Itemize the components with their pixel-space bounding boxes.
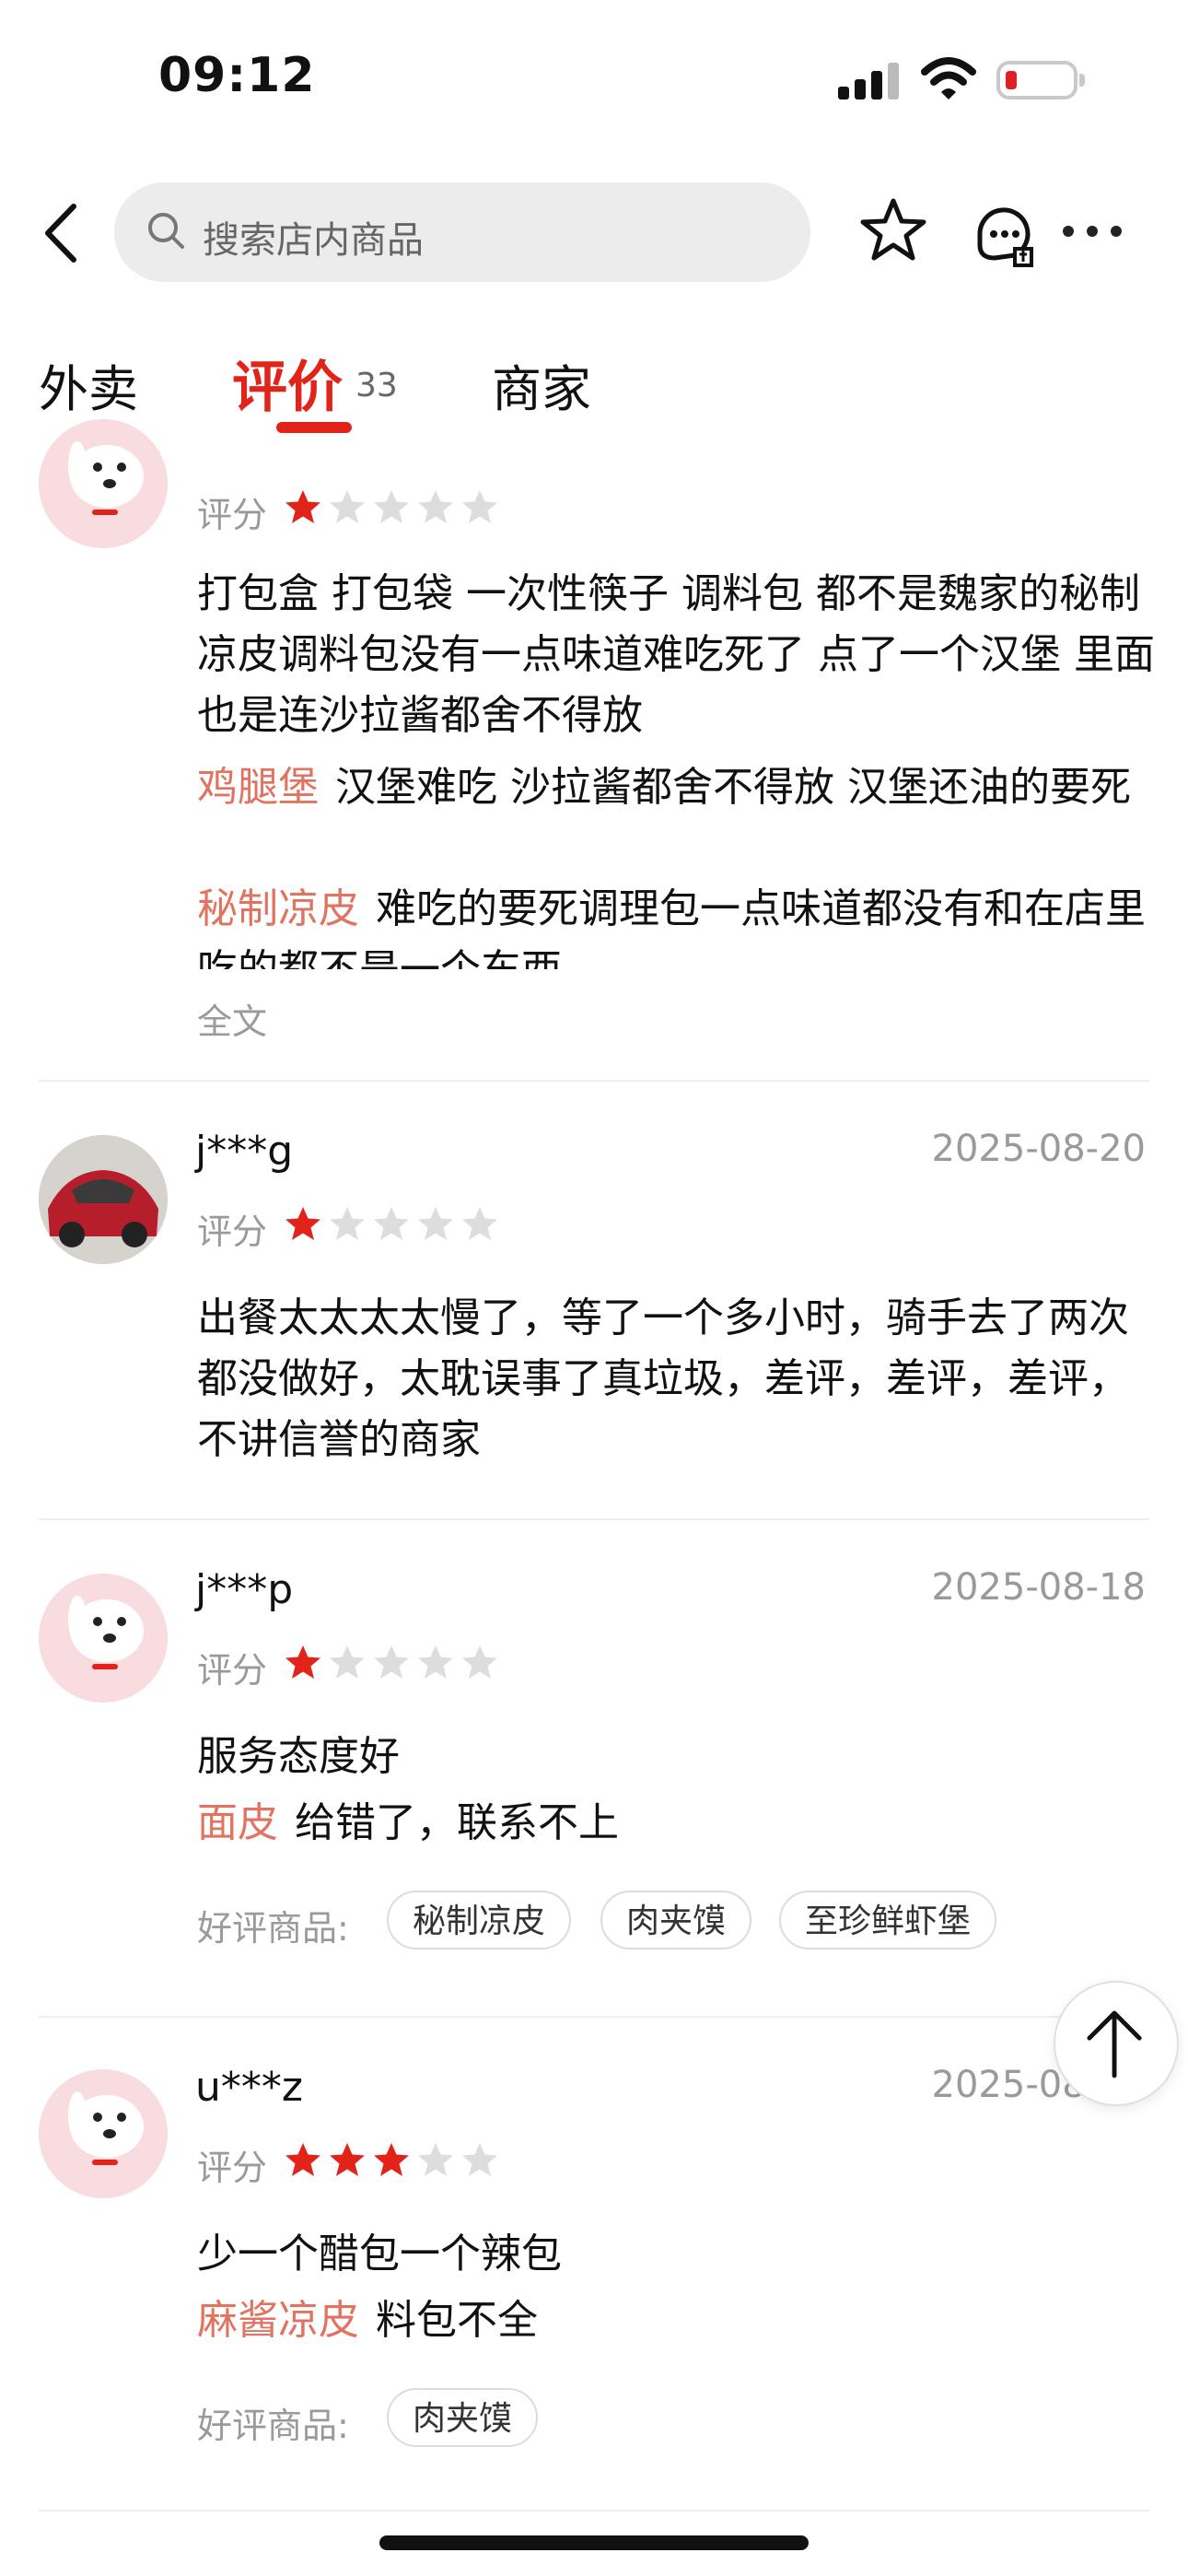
divider bbox=[39, 2016, 1149, 2018]
star-empty-icon bbox=[462, 1645, 497, 1679]
star-empty-icon bbox=[330, 1645, 365, 1679]
expand-fulltext-link[interactable]: 全文 bbox=[197, 993, 267, 1044]
star-filled-icon bbox=[285, 2143, 320, 2176]
divider bbox=[39, 2510, 1149, 2512]
rating-stars bbox=[284, 1644, 505, 1684]
dish-name: 麻酱凉皮 bbox=[197, 2297, 359, 2344]
review-date: 2025-08-20 bbox=[931, 1128, 1146, 1170]
good-items-label: 好评商品: bbox=[197, 2406, 349, 2446]
star-empty-icon bbox=[462, 490, 497, 523]
tab-review[interactable]: 评价 bbox=[232, 343, 343, 423]
star-empty-icon bbox=[330, 1207, 365, 1240]
divider bbox=[39, 1080, 1149, 1082]
dish-comment-text: 给错了，联系不上 bbox=[295, 1799, 619, 1846]
dish-comment: 麻酱凉皮 料包不全 bbox=[197, 2290, 1155, 2351]
review-text: 服务态度好 bbox=[197, 1733, 400, 1780]
dish-name: 秘制凉皮 bbox=[197, 885, 359, 932]
star-empty-icon bbox=[418, 2143, 453, 2176]
status-time: 09:12 bbox=[158, 48, 316, 103]
good-items-label: 好评商品: bbox=[197, 1908, 349, 1949]
home-indicator bbox=[379, 2535, 809, 2550]
rating-stars bbox=[284, 2141, 505, 2182]
star-empty-icon bbox=[374, 1207, 409, 1240]
search-icon bbox=[146, 210, 186, 251]
review-text: 打包盒 打包袋 一次性筷子 调料包 都不是魏家的秘制凉皮调料包没有一点味道难吃死… bbox=[197, 570, 1155, 739]
score-label: 评分 bbox=[197, 2148, 268, 2188]
avatar bbox=[39, 1135, 168, 1264]
star-filled-icon bbox=[330, 2143, 365, 2176]
username: u***z bbox=[195, 2064, 303, 2111]
more-options-icon[interactable] bbox=[1059, 217, 1125, 245]
wifi-icon bbox=[921, 55, 976, 101]
star-filled-icon bbox=[285, 1645, 320, 1679]
star-empty-icon bbox=[330, 490, 365, 523]
good-item-chip[interactable]: 至珍鲜虾堡 bbox=[779, 1891, 997, 1950]
good-item-chip[interactable]: 秘制凉皮 bbox=[387, 1891, 572, 1950]
back-to-top-button[interactable] bbox=[1054, 1981, 1179, 2106]
cellular-signal-icon bbox=[838, 63, 901, 100]
arrow-up-icon bbox=[1087, 2010, 1142, 2078]
score-label: 评分 bbox=[197, 495, 268, 535]
tab-merchant[interactable]: 商家 bbox=[492, 348, 591, 421]
active-tab-indicator bbox=[276, 422, 352, 433]
dish-name: 鸡腿堡 bbox=[197, 764, 319, 811]
star-filled-icon bbox=[285, 1207, 320, 1240]
star-empty-icon bbox=[374, 1645, 409, 1679]
avatar bbox=[39, 419, 168, 548]
favorite-star-icon[interactable] bbox=[856, 193, 930, 267]
review-text: 出餐太太太太慢了，等了一个多小时，骑手去了两次都没做好，太耽误事了真垃圾，差评，… bbox=[197, 1294, 1129, 1463]
star-empty-icon bbox=[374, 490, 409, 523]
dish-comment: 鸡腿堡 汉堡难吃 沙拉酱都舍不得放 汉堡还油的要死 bbox=[197, 757, 1155, 818]
search-placeholder: 搜索店内商品 bbox=[203, 219, 424, 262]
battery-icon bbox=[996, 61, 1085, 100]
avatar bbox=[39, 1574, 168, 1703]
good-item-chip[interactable]: 肉夹馍 bbox=[387, 2388, 539, 2447]
star-empty-icon bbox=[418, 490, 453, 523]
star-empty-icon bbox=[418, 1645, 453, 1679]
score-label: 评分 bbox=[197, 1212, 268, 1252]
dish-comment: 面皮 给错了，联系不上 bbox=[197, 1793, 1155, 1854]
star-filled-icon bbox=[285, 490, 320, 523]
search-bar[interactable]: 搜索店内商品 bbox=[114, 182, 810, 282]
review-body: 打包盒 打包袋 一次性筷子 调料包 都不是魏家的秘制凉皮调料包没有一点味道难吃死… bbox=[197, 564, 1164, 969]
rating-stars bbox=[284, 1205, 505, 1246]
username: j***p bbox=[195, 1566, 294, 1613]
back-icon[interactable] bbox=[39, 201, 85, 265]
star-empty-icon bbox=[462, 1207, 497, 1240]
rating-stars bbox=[284, 488, 505, 529]
dish-comment: 秘制凉皮难吃的要死调理包一点味道都没有和在店里吃的都不是一个东西 bbox=[197, 879, 1155, 969]
divider bbox=[39, 1518, 1149, 1520]
username: j***g bbox=[195, 1128, 294, 1175]
score-label: 评分 bbox=[197, 1650, 268, 1691]
good-item-chip[interactable]: 肉夹馍 bbox=[600, 1891, 752, 1950]
star-filled-icon bbox=[374, 2143, 409, 2176]
star-empty-icon bbox=[418, 1207, 453, 1240]
dish-name: 面皮 bbox=[197, 1799, 278, 1846]
avatar bbox=[39, 2069, 168, 2198]
review-date: 2025-08-18 bbox=[931, 1566, 1146, 1609]
dish-comment-text: 料包不全 bbox=[376, 2297, 538, 2344]
review-text: 少一个醋包一个辣包 bbox=[197, 2231, 562, 2277]
tab-delivery[interactable]: 外卖 bbox=[39, 348, 138, 421]
dish-comment-text: 汉堡难吃 沙拉酱都舍不得放 汉堡还油的要死 bbox=[335, 764, 1131, 811]
star-empty-icon bbox=[462, 2143, 497, 2176]
customer-service-icon[interactable] bbox=[967, 197, 1041, 271]
review-count-badge: 33 bbox=[355, 367, 398, 404]
